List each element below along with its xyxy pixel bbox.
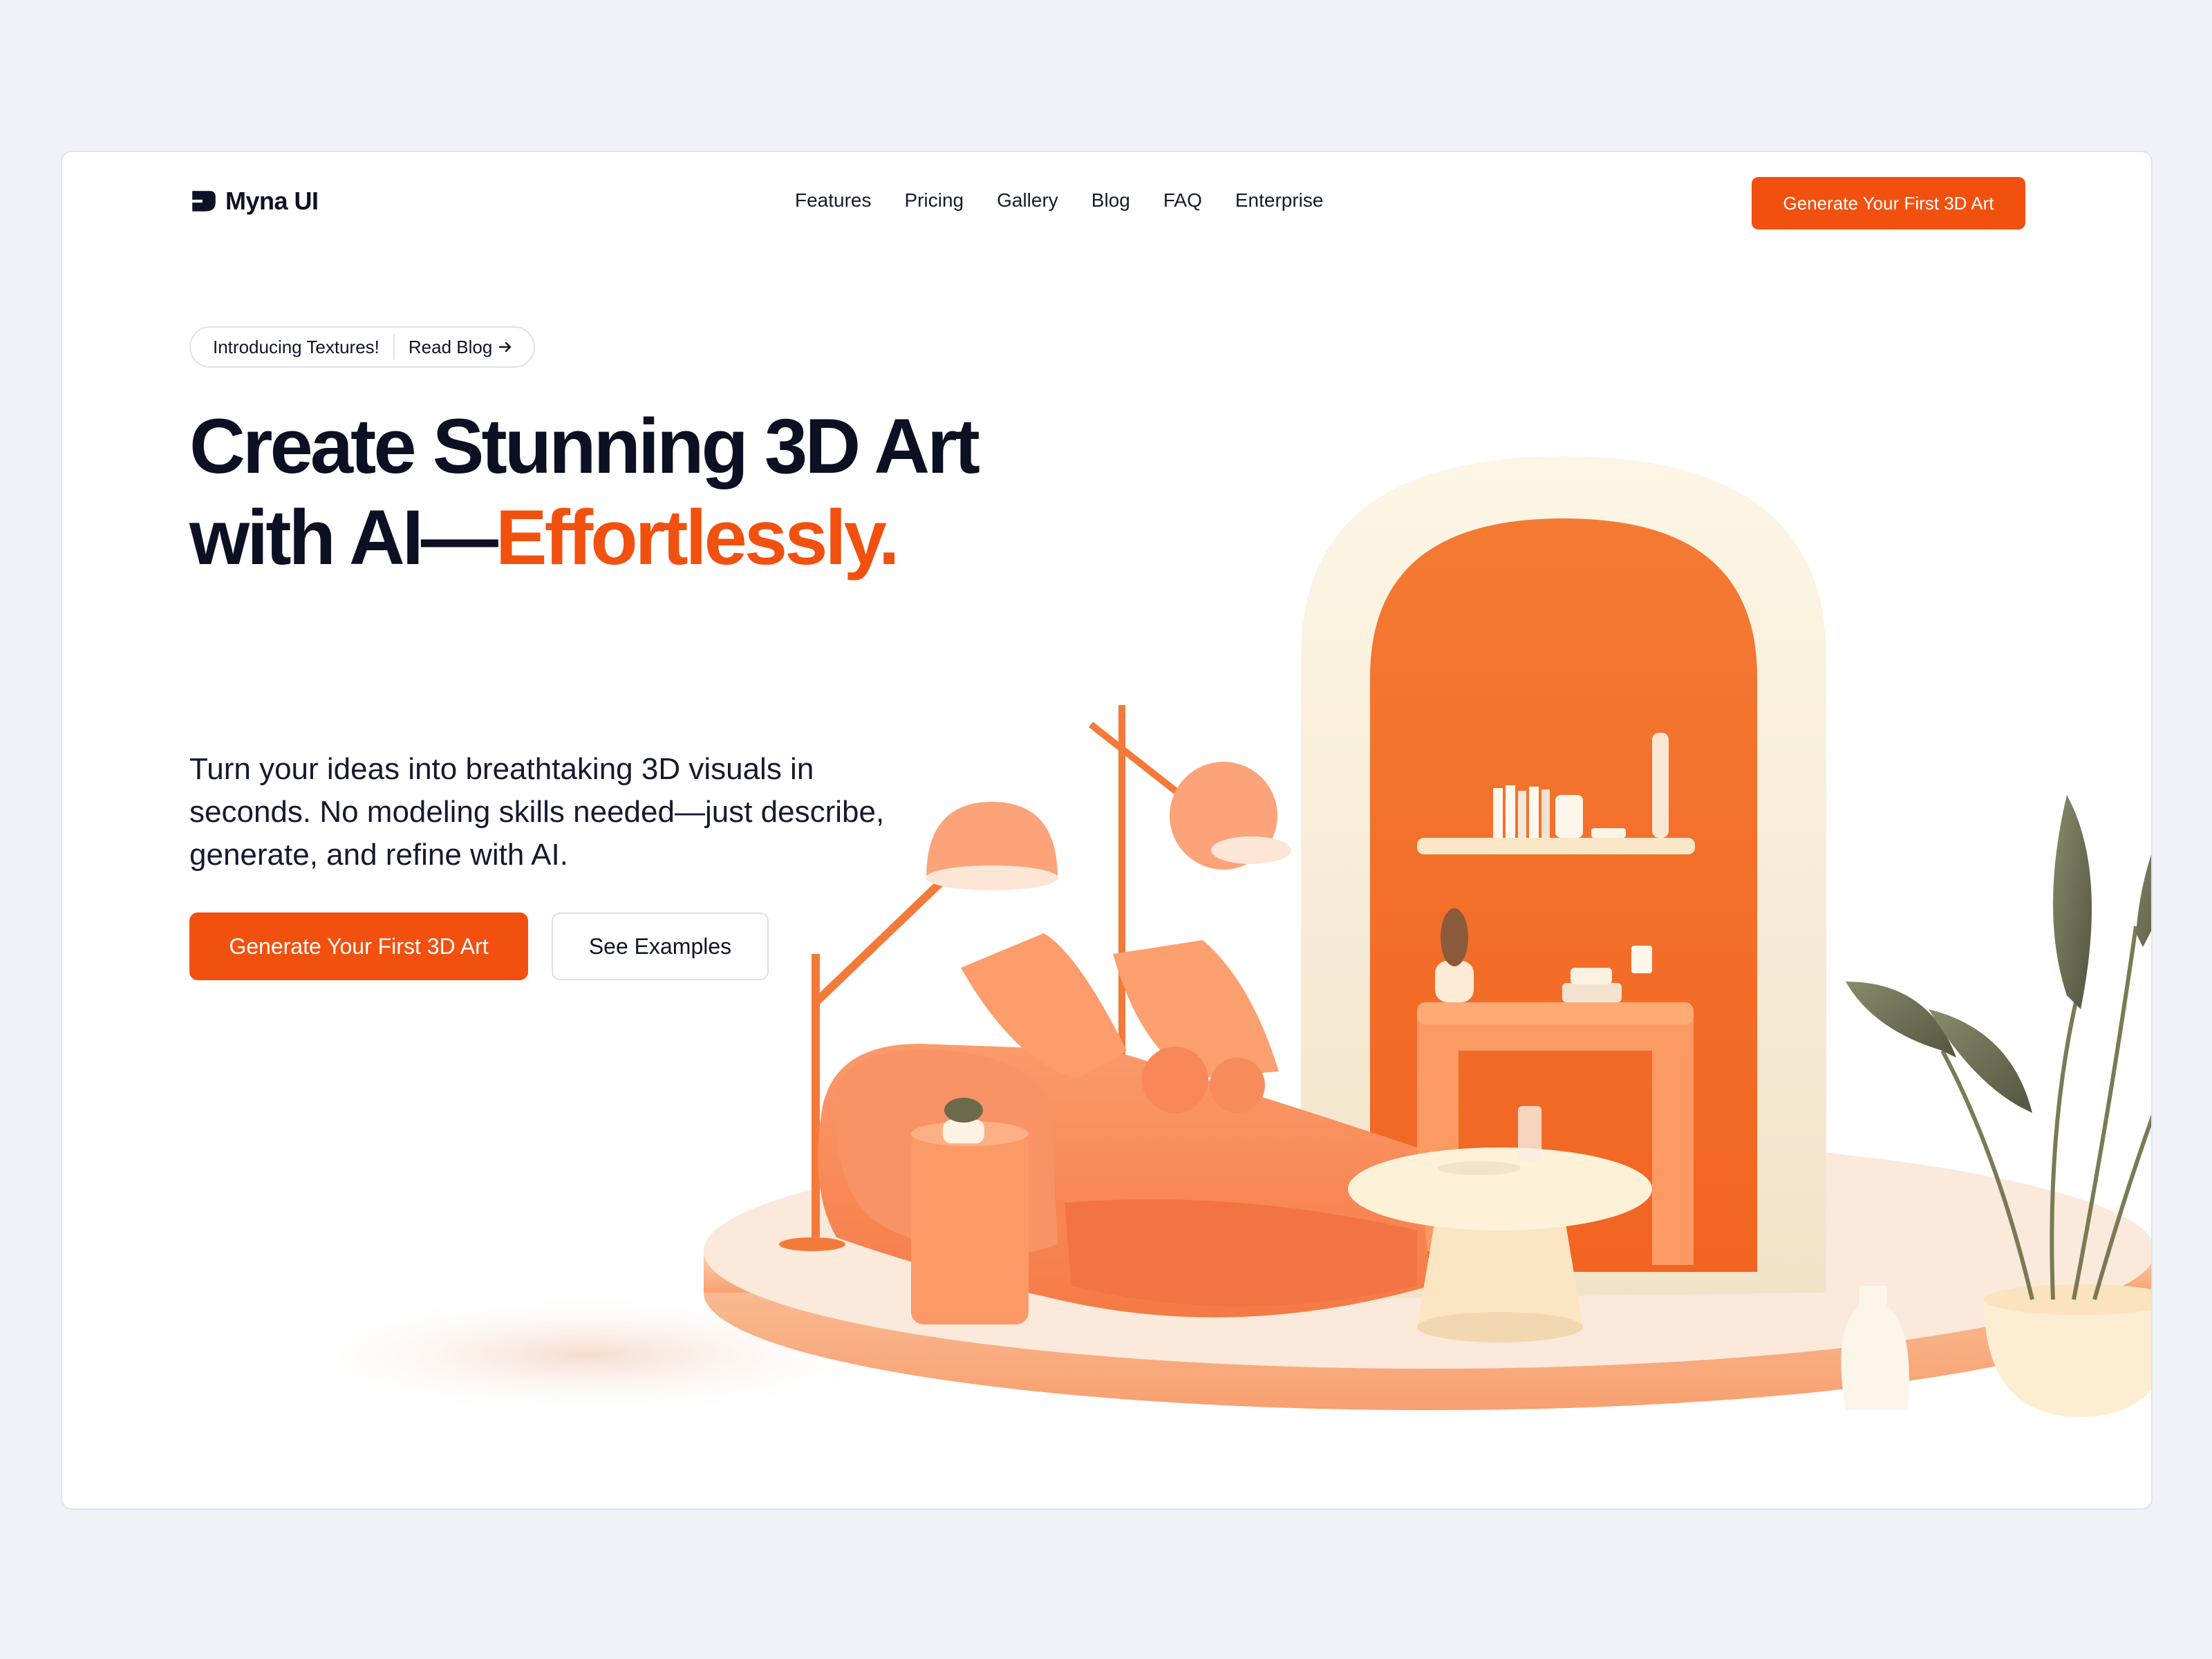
wall-shelf xyxy=(1417,838,1695,854)
brand-name: Myna UI xyxy=(225,187,319,215)
nav-link-features[interactable]: Features xyxy=(795,189,872,212)
floor-lamp-right xyxy=(1088,705,1291,1065)
announcement-pill: Introducing Textures! Read Blog xyxy=(189,326,536,368)
nav-link-gallery[interactable]: Gallery xyxy=(997,189,1058,212)
nav-link-blog[interactable]: Blog xyxy=(1091,189,1130,212)
arch-outer xyxy=(1301,456,1826,1300)
potted-plant xyxy=(1846,795,2151,1417)
pill-divider xyxy=(393,335,395,359)
nav-generate-button[interactable]: Generate Your First 3D Art xyxy=(1752,177,2025,229)
arrow-right-icon xyxy=(499,341,512,353)
brand-logo[interactable]: Myna UI xyxy=(189,187,319,216)
headline-line2-prefix: with AI— xyxy=(189,494,498,581)
vase xyxy=(1841,1286,1909,1410)
myna-logo-icon xyxy=(192,191,216,212)
arch-inner xyxy=(1370,518,1757,1272)
platform-top xyxy=(704,1134,2151,1369)
side-table xyxy=(911,1098,1029,1324)
read-blog-label: Read Blog xyxy=(408,336,493,357)
nav-link-enterprise[interactable]: Enterprise xyxy=(1235,189,1324,212)
nav-link-faq[interactable]: FAQ xyxy=(1163,189,1202,212)
read-blog-link[interactable]: Read Blog xyxy=(409,337,513,358)
console-table xyxy=(1417,1002,1694,1265)
sofa xyxy=(818,933,1431,1318)
hero-headline: Create Stunning 3D Art with AI—Effortles… xyxy=(189,401,980,583)
nav-link-pricing[interactable]: Pricing xyxy=(905,189,964,212)
navbar: Myna UI Features Pricing Gallery Blog FA… xyxy=(62,152,2151,256)
hero-card: Myna UI Features Pricing Gallery Blog FA… xyxy=(61,151,2153,1510)
announcement-label: Introducing Textures! xyxy=(213,336,379,357)
succulent-icon xyxy=(944,1098,983,1123)
coffee-table xyxy=(1348,1106,1652,1342)
headline-line1: Create Stunning 3D Art xyxy=(189,403,980,489)
nav-links: Features Pricing Gallery Blog FAQ Enterp… xyxy=(795,189,1323,212)
hero-subtitle: Turn your ideas into breathtaking 3D vis… xyxy=(189,752,885,872)
cactus-icon xyxy=(1441,908,1468,966)
generate-first-art-button[interactable]: Generate Your First 3D Art xyxy=(189,912,528,980)
platform-side xyxy=(704,1175,2151,1410)
see-examples-button[interactable]: See Examples xyxy=(552,912,769,980)
headline-accent: Effortlessly. xyxy=(495,494,900,581)
floor-shadow xyxy=(270,1293,906,1417)
